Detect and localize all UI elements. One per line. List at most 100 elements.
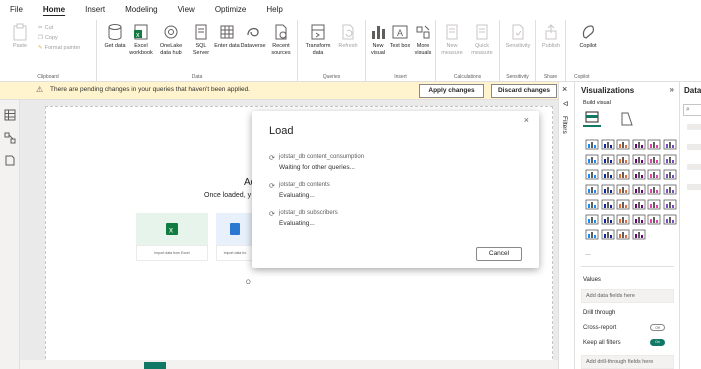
dax-query-view-icon[interactable]: [4, 154, 16, 166]
text-box-button[interactable]: A Text box: [388, 23, 412, 50]
power-apps-icon[interactable]: [601, 229, 615, 240]
refresh-label: Refresh: [338, 43, 358, 49]
copilot-button[interactable]: Copilot: [574, 23, 602, 50]
new-measure-button[interactable]: New measure: [438, 23, 466, 56]
area-chart-icon[interactable]: [601, 154, 615, 165]
cut-button[interactable]: ✂ Cut: [38, 25, 53, 31]
publish-label: Publish: [541, 43, 561, 49]
qa-icon[interactable]: [632, 214, 646, 225]
values-field-well[interactable]: Add data fields here: [581, 289, 674, 303]
cut-label: Cut: [44, 25, 54, 31]
multi-card-icon[interactable]: [585, 199, 599, 210]
expand-icon[interactable]: ᐊ: [563, 100, 568, 108]
line-column-icon[interactable]: [663, 154, 677, 165]
donut-chart-icon[interactable]: [647, 169, 661, 180]
matrix-icon[interactable]: [647, 199, 661, 210]
table-view-icon[interactable]: [4, 109, 16, 121]
paste-button[interactable]: Paste: [6, 23, 34, 50]
100-column-icon[interactable]: [663, 139, 677, 150]
enter-data-button[interactable]: Enter data: [213, 23, 241, 50]
build-visual-tab[interactable]: [583, 109, 601, 127]
map-icon[interactable]: [585, 184, 599, 195]
keep-all-filters-toggle[interactable]: On: [650, 339, 665, 346]
menu-optimize[interactable]: Optimize: [205, 0, 257, 20]
python-visual-icon[interactable]: [585, 214, 599, 225]
menu-help[interactable]: Help: [256, 0, 292, 20]
more-visuals-ellipsis[interactable]: ...: [585, 250, 591, 257]
card-icon[interactable]: [663, 184, 677, 195]
decomposition-tree-icon[interactable]: [616, 214, 630, 225]
text-box-label: Text box: [389, 43, 411, 49]
transform-data-button[interactable]: Transform data: [304, 23, 332, 56]
import-excel-card[interactable]: x Import data from Excel: [136, 213, 208, 261]
stacked-area-icon[interactable]: [616, 154, 630, 165]
new-visual-button[interactable]: New visual: [366, 23, 390, 56]
copilot-group: Copilot Copilot: [566, 20, 630, 82]
sensitivity-button[interactable]: Sensitivity: [504, 23, 532, 50]
metrics-icon[interactable]: [585, 229, 599, 240]
page-tab-active[interactable]: [144, 362, 166, 369]
treemap-icon[interactable]: [663, 169, 677, 180]
refresh-button[interactable]: Refresh: [334, 23, 362, 50]
clipboard-group: Paste ✂ Cut ❐ Copy ✎ Format painter Clip…: [0, 20, 97, 82]
menu-file[interactable]: File: [0, 0, 33, 20]
slicer-icon[interactable]: [616, 199, 630, 210]
clustered-bar-icon[interactable]: [616, 139, 630, 150]
data-pane: Data ⌕: [679, 82, 701, 369]
quick-measure-button[interactable]: Quick measure: [468, 23, 496, 56]
discard-changes-button[interactable]: Discard changes: [491, 84, 557, 98]
more-chevron-icon[interactable]: [632, 229, 646, 240]
copy-button[interactable]: ❐ Copy: [38, 35, 58, 41]
menu-insert[interactable]: Insert: [75, 0, 115, 20]
table-visual-icon[interactable]: [632, 199, 646, 210]
100-bar-icon[interactable]: [647, 139, 661, 150]
scatter-icon[interactable]: [616, 169, 630, 180]
data-search-input[interactable]: ⌕: [683, 104, 701, 116]
sql-server-button[interactable]: SQL Server: [187, 23, 215, 56]
model-view-icon[interactable]: [4, 132, 16, 144]
format-painter-button[interactable]: ✎ Format painter: [38, 45, 80, 51]
excel-card-icon: x: [166, 223, 178, 235]
format-visual-tab[interactable]: [619, 111, 635, 127]
line-clustered-icon[interactable]: [585, 169, 599, 180]
kpi-icon[interactable]: [601, 199, 615, 210]
excel-card-tile: x: [136, 213, 208, 245]
line-chart-icon[interactable]: [585, 154, 599, 165]
shape-map-icon[interactable]: [616, 184, 630, 195]
cancel-button[interactable]: Cancel: [476, 247, 522, 261]
menu-modeling[interactable]: Modeling: [115, 0, 167, 20]
close-icon[interactable]: ×: [562, 84, 567, 94]
filled-map-icon[interactable]: [601, 184, 615, 195]
publish-button[interactable]: Publish: [537, 23, 565, 50]
get-data-button[interactable]: Get data: [101, 23, 129, 50]
cross-report-toggle[interactable]: Off: [650, 324, 665, 331]
pie-chart-icon[interactable]: [632, 169, 646, 180]
menu-home[interactable]: Home: [33, 0, 75, 20]
excel-button[interactable]: x Excel workbook: [127, 23, 155, 56]
stacked-bar-icon[interactable]: [585, 139, 599, 150]
funnel-icon[interactable]: [601, 169, 615, 180]
close-icon[interactable]: ×: [524, 115, 529, 125]
dataverse-button[interactable]: Dataverse: [239, 23, 267, 50]
r-visual-icon[interactable]: [663, 199, 677, 210]
azure-map-icon[interactable]: [632, 184, 646, 195]
paginated-icon[interactable]: [663, 214, 677, 225]
menu-bar: File Home Insert Modeling View Optimize …: [0, 0, 701, 20]
waterfall-icon[interactable]: [647, 154, 661, 165]
clustered-column-icon[interactable]: [632, 139, 646, 150]
onelake-button[interactable]: OneLake data hub: [157, 23, 185, 56]
ribbon-chart-icon[interactable]: [632, 154, 646, 165]
collapse-icon[interactable]: »: [670, 85, 674, 94]
key-influencers-icon[interactable]: [601, 214, 615, 225]
import-data-card[interactable]: Import data fro: [216, 213, 254, 261]
stacked-column-icon[interactable]: [601, 139, 615, 150]
filters-pane-collapsed[interactable]: × ᐊ Filters: [558, 82, 574, 369]
power-automate-icon[interactable]: [616, 229, 630, 240]
menu-view[interactable]: View: [168, 0, 205, 20]
gauge-icon[interactable]: [647, 184, 661, 195]
drill-through-field-well[interactable]: Add drill-through fields here: [581, 355, 674, 369]
more-visuals-button[interactable]: More visuals: [410, 23, 436, 56]
apply-changes-button[interactable]: Apply changes: [419, 84, 484, 98]
narrative-icon[interactable]: [647, 214, 661, 225]
recent-sources-button[interactable]: Recent sources: [267, 23, 295, 56]
